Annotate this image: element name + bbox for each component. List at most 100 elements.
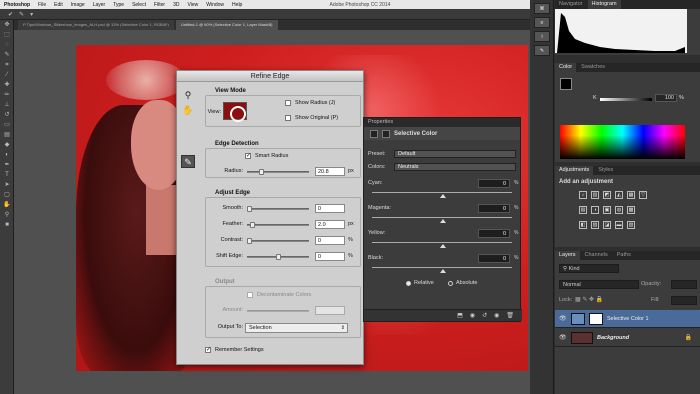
tab-paths[interactable]: Paths bbox=[613, 251, 635, 260]
menu-filter[interactable]: Filter bbox=[154, 2, 165, 8]
gradient-map-icon[interactable]: ▬ bbox=[615, 221, 623, 229]
doc-tab-1[interactable]: P Tips/Windows_Slideshow_Images_ALH.psd … bbox=[18, 20, 174, 30]
properties-icon[interactable]: ≡ bbox=[534, 17, 550, 28]
color-row-slider[interactable] bbox=[372, 217, 512, 223]
menu-app-name[interactable]: Photoshop bbox=[4, 2, 30, 8]
properties-tab[interactable]: Properties bbox=[364, 118, 520, 127]
pen-tool-icon[interactable]: ✒ bbox=[2, 161, 12, 170]
photo-filter-icon[interactable]: ◍ bbox=[615, 206, 623, 214]
shape-tool-icon[interactable]: ▢ bbox=[2, 191, 12, 200]
posterize-icon[interactable]: ▨ bbox=[591, 221, 599, 229]
hand-icon[interactable]: ✋ bbox=[181, 104, 195, 117]
eye-icon[interactable]: 👁 bbox=[559, 315, 567, 322]
color-balance-icon[interactable]: ◑ bbox=[591, 206, 599, 214]
hue-icon[interactable]: ▤ bbox=[579, 206, 587, 214]
tab-navigator[interactable]: Navigator bbox=[555, 0, 587, 9]
menu-edit[interactable]: Edit bbox=[54, 2, 63, 8]
color-row-slider[interactable] bbox=[372, 192, 512, 198]
visibility-icon[interactable]: ◉ bbox=[494, 312, 499, 319]
color-row-value[interactable]: 0 bbox=[478, 204, 510, 213]
output-to-select[interactable]: Selection ⇕ bbox=[245, 323, 348, 333]
blur-tool-icon[interactable]: ◆ bbox=[2, 141, 12, 150]
zoom-tool-icon[interactable]: ⚲ bbox=[2, 211, 12, 220]
move-tool-icon[interactable]: ✥ bbox=[2, 21, 12, 30]
adjust-row-input[interactable]: 0 bbox=[315, 252, 345, 261]
tab-swatches[interactable]: Swatches bbox=[577, 63, 609, 72]
adjust-row-slider[interactable] bbox=[247, 238, 309, 244]
slider-handle[interactable] bbox=[440, 244, 446, 248]
preset-select[interactable]: Default bbox=[394, 150, 516, 158]
menu-file[interactable]: File bbox=[38, 2, 46, 8]
slider-handle[interactable] bbox=[440, 194, 446, 198]
dialog-title[interactable]: Refine Edge bbox=[177, 71, 363, 82]
adjust-row-input[interactable]: 2.0 bbox=[315, 220, 345, 229]
layer-row[interactable]: 👁 Background 🔒 bbox=[555, 329, 700, 347]
color-swatches-icon[interactable]: ■ bbox=[2, 221, 12, 230]
trash-icon[interactable]: 🗑 bbox=[506, 312, 514, 319]
show-radius-checkbox[interactable] bbox=[285, 100, 291, 106]
adjust-row-slider[interactable] bbox=[247, 254, 309, 260]
fill-field[interactable] bbox=[671, 296, 697, 305]
eyedropper-tool-icon[interactable]: ⁄ bbox=[2, 71, 12, 80]
stamp-tool-icon[interactable]: ⊥ bbox=[2, 101, 12, 110]
eye-icon[interactable]: 👁 bbox=[559, 334, 567, 341]
hand-tool-icon[interactable]: ✋ bbox=[2, 201, 12, 210]
checkmark-icon[interactable]: ✔ bbox=[8, 11, 13, 18]
color-row-slider[interactable] bbox=[372, 242, 512, 248]
slider-knob[interactable] bbox=[276, 254, 281, 260]
color-spectrum[interactable] bbox=[560, 125, 685, 159]
healing-tool-icon[interactable]: ✚ bbox=[2, 81, 12, 90]
adjust-row-slider[interactable] bbox=[247, 206, 309, 212]
show-original-checkbox[interactable] bbox=[285, 115, 291, 121]
foreground-color[interactable] bbox=[560, 78, 572, 90]
exposure-icon[interactable]: ◭ bbox=[615, 191, 623, 199]
decontaminate-checkbox[interactable] bbox=[247, 292, 253, 298]
tab-channels[interactable]: Channels bbox=[581, 251, 612, 260]
path-select-tool-icon[interactable]: ➤ bbox=[2, 181, 12, 190]
blend-mode-select[interactable]: Normal bbox=[559, 280, 639, 289]
clip-icon[interactable]: ⬒ bbox=[457, 312, 463, 319]
tab-histogram[interactable]: Histogram bbox=[587, 0, 621, 9]
quick-select-tool-icon[interactable]: ✎ bbox=[2, 51, 12, 60]
vibrance-icon[interactable]: ▦ bbox=[627, 191, 635, 199]
menu-window[interactable]: Window bbox=[206, 2, 224, 8]
kind-filter-select[interactable]: ⚲ Kind bbox=[559, 264, 619, 273]
levels-icon[interactable]: ▥ bbox=[591, 191, 599, 199]
color-row-value[interactable]: 0 bbox=[478, 179, 510, 188]
gradient-tool-icon[interactable]: ▤ bbox=[2, 131, 12, 140]
slider-handle[interactable] bbox=[440, 269, 446, 273]
adjust-row-input[interactable]: 0 bbox=[315, 204, 345, 213]
adjust-row-slider[interactable] bbox=[247, 222, 309, 228]
selective-color-icon[interactable]: ▧ bbox=[627, 221, 635, 229]
triangle-icon[interactable]: ▽ bbox=[639, 191, 647, 199]
brush-icon[interactable]: ✎ bbox=[19, 11, 24, 18]
info-icon[interactable]: i bbox=[534, 31, 550, 42]
menu-layer[interactable]: Layer bbox=[93, 2, 106, 8]
radius-input[interactable]: 20.8 bbox=[315, 167, 345, 176]
refine-brush-icon[interactable]: ✎ bbox=[181, 155, 195, 168]
menu-3d[interactable]: 3D bbox=[173, 2, 179, 8]
tab-layers[interactable]: Layers bbox=[555, 251, 580, 260]
reset-icon[interactable]: ↺ bbox=[482, 312, 487, 319]
slider-knob[interactable] bbox=[247, 238, 252, 244]
menu-help[interactable]: Help bbox=[232, 2, 242, 8]
radius-slider[interactable] bbox=[247, 169, 309, 175]
curves-icon[interactable]: ◩ bbox=[603, 191, 611, 199]
slider-knob[interactable] bbox=[249, 222, 255, 228]
view-mode-thumbnail[interactable] bbox=[223, 102, 247, 122]
tab-styles[interactable]: Styles bbox=[594, 166, 617, 175]
history-icon[interactable]: ⌘ bbox=[534, 3, 550, 14]
mask-icon[interactable] bbox=[382, 129, 390, 138]
invert-icon[interactable]: ◧ bbox=[579, 221, 587, 229]
remember-settings-checkbox[interactable]: ✓ bbox=[205, 347, 211, 353]
amount-input[interactable] bbox=[315, 306, 345, 315]
slider-knob[interactable] bbox=[247, 206, 252, 212]
smart-radius-checkbox[interactable]: ✓ bbox=[245, 153, 251, 159]
color-row-value[interactable]: 0 bbox=[478, 229, 510, 238]
menu-view[interactable]: View bbox=[188, 2, 199, 8]
absolute-radio[interactable] bbox=[448, 281, 453, 286]
color-row-slider[interactable] bbox=[372, 267, 512, 273]
view-previous-icon[interactable]: ◉ bbox=[470, 312, 475, 319]
tab-color[interactable]: Color bbox=[555, 63, 577, 72]
dodge-tool-icon[interactable]: ◐ bbox=[2, 151, 12, 160]
